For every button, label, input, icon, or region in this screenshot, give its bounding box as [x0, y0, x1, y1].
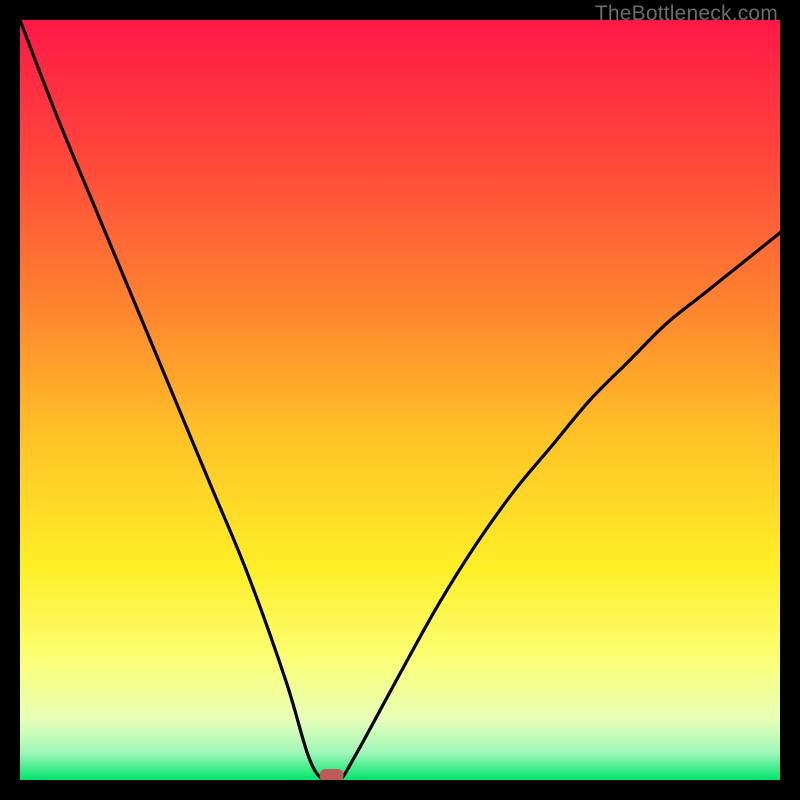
gradient-background	[20, 20, 780, 780]
chart-plot-area	[20, 20, 780, 780]
chart-frame: TheBottleneck.com	[0, 0, 800, 800]
bottleneck-chart-svg	[20, 20, 780, 780]
optimum-marker	[320, 769, 344, 780]
